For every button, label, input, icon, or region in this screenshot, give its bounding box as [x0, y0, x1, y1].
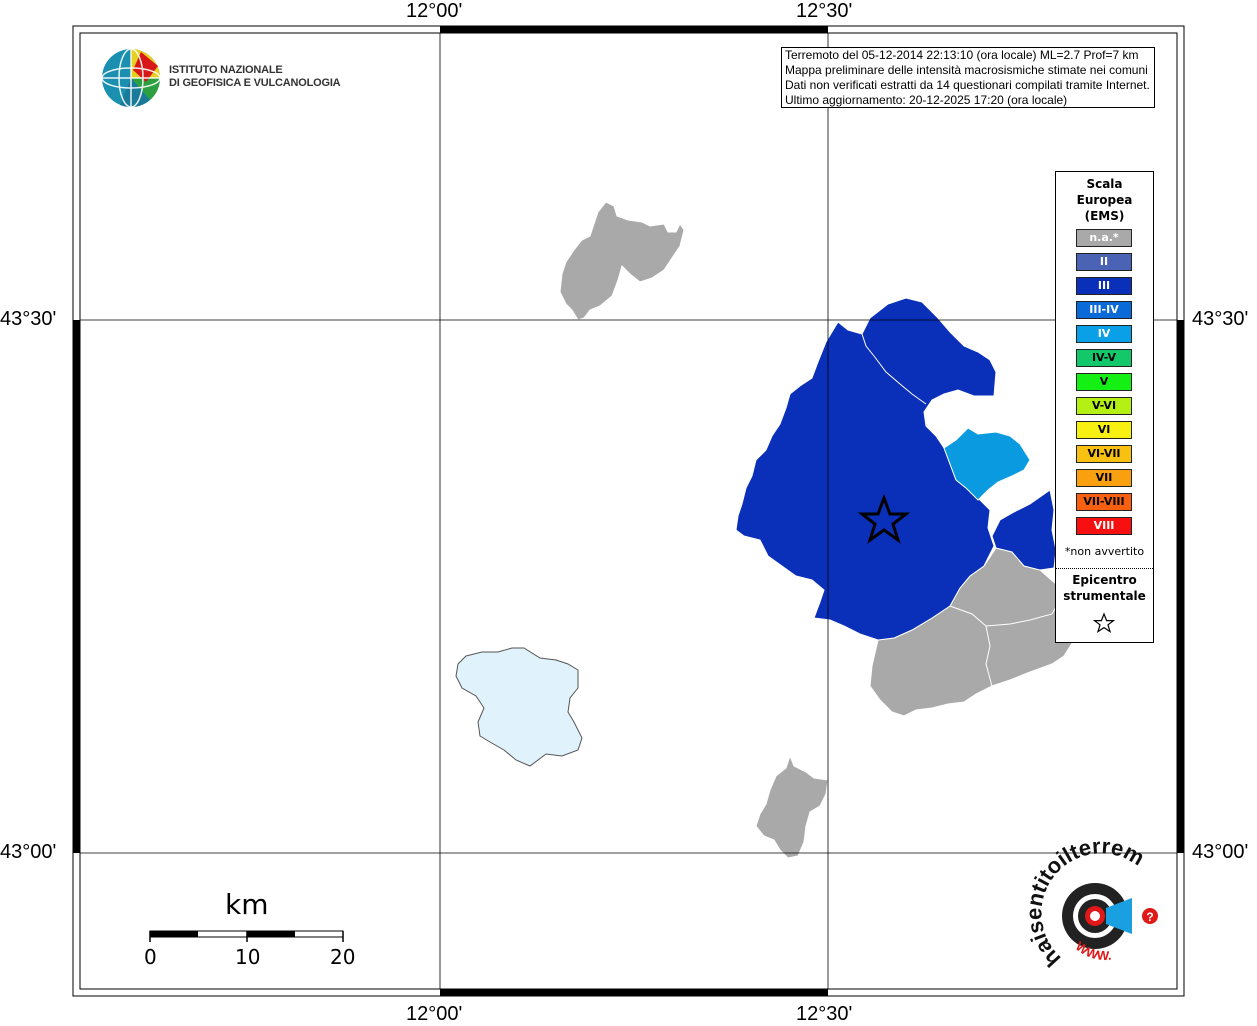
legend-item-vii: VII [1076, 469, 1132, 487]
ingv-logo-line2: DI GEOFISICA E VULCANOLOGIA [169, 77, 341, 89]
legend-item-iv-v: IV-V [1076, 349, 1132, 367]
info-line-2: Mappa preliminare delle intensità macros… [785, 63, 1148, 77]
legend-title: Scala Europea (EMS) [1056, 176, 1153, 224]
legend-title-line1: Scala [1086, 177, 1123, 191]
legend-item-iii: III [1076, 277, 1132, 295]
lat-label-left-4300: 43°00' [0, 841, 57, 863]
lat-label-left-4330: 43°30' [0, 308, 57, 330]
legend-title-line3: (EMS) [1084, 209, 1125, 223]
legend-epicenter-label: Epicentro strumentale [1056, 572, 1153, 604]
frame-bar-bottom [440, 989, 828, 996]
legend-item-iv: IV [1076, 325, 1132, 343]
scale-bar-title: km [225, 888, 269, 921]
frame-bar-top [440, 26, 828, 33]
legend-epicenter-line2: strumentale [1063, 589, 1146, 603]
legend-item-iii-iv: III-IV [1076, 301, 1132, 319]
lat-label-right-4330: 43°30' [1192, 308, 1249, 330]
legend-epicenter-line1: Epicentro [1072, 573, 1137, 587]
lon-label-top-1230: 12°30' [796, 0, 853, 22]
legend-note: *non avvertito [1064, 545, 1145, 558]
scale-tick-20: 20 [330, 945, 356, 969]
info-line-3: Dati non verificati estratti da 14 quest… [785, 78, 1150, 92]
lon-label-bottom-1200: 12°00' [406, 1003, 463, 1025]
legend-item-vi: VI [1076, 421, 1132, 439]
ingv-logo-icon [101, 48, 161, 108]
ingv-logo-text: ISTITUTO NAZIONALE DI GEOFISICA E VULCAN… [169, 64, 341, 90]
intensity-legend: Scala Europea (EMS) n.a.* II III III-IV IV IV… [1055, 171, 1154, 643]
lon-label-bottom-1230: 12°30' [796, 1003, 853, 1025]
legend-item-ii: II [1076, 253, 1132, 271]
scale-tick-0: 0 [144, 945, 157, 969]
legend-separator [1056, 568, 1153, 569]
legend-item-n-a: n.a.* [1076, 229, 1132, 247]
legend-item-viii: VIII [1076, 517, 1132, 535]
info-line-4: Ultimo aggiornamento: 20-12-2025 17:20 (… [785, 93, 1068, 107]
ingv-logo-line1: ISTITUTO NAZIONALE [169, 64, 283, 76]
legend-item-vi-vii: VI-VII [1076, 445, 1132, 463]
legend-title-line2: Europea [1076, 193, 1133, 207]
lat-label-right-4300: 43°00' [1192, 841, 1249, 863]
frame-bar-right [1177, 320, 1184, 853]
frame-bar-left [73, 320, 80, 853]
legend-item-v: V [1076, 373, 1132, 391]
info-line-1: Terremoto del 05-12-2014 22:13:10 (ora l… [785, 48, 1139, 62]
legend-star-icon [1092, 612, 1116, 634]
scale-tick-10: 10 [235, 945, 261, 969]
map-frame-inner [79, 32, 1178, 990]
event-info-box: Terremoto del 05-12-2014 22:13:10 (ora l… [781, 47, 1155, 108]
lon-label-top-1200: 12°00' [406, 0, 463, 22]
legend-item-v-vi: V-VI [1076, 397, 1132, 415]
svg-text:?: ? [1146, 910, 1153, 924]
legend-item-vii-viii: VII-VIII [1076, 493, 1132, 511]
